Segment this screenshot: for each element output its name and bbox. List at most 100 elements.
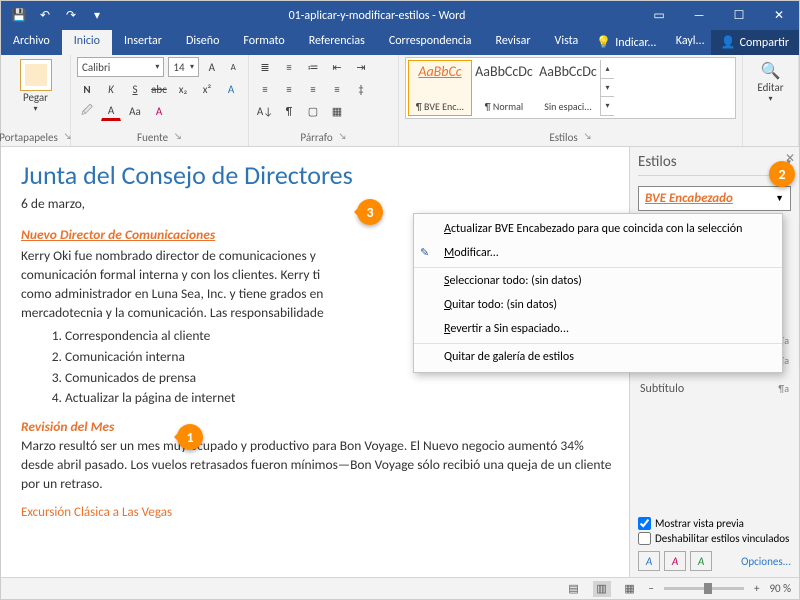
person-icon: 👤 [721, 35, 736, 50]
align-right-icon[interactable]: ≡ [303, 79, 323, 99]
align-center-icon[interactable]: ≡ [279, 79, 299, 99]
disable-linked-checkbox[interactable]: Deshabilitar estilos vinculados [638, 532, 791, 545]
redo-icon[interactable]: ↷ [59, 4, 83, 28]
menu-update-style[interactable]: Actualizar BVE Encabezado para que coinc… [414, 217, 782, 241]
share-button[interactable]: 👤Compartir [711, 30, 799, 55]
align-left-icon[interactable]: ≡ [255, 79, 275, 99]
zoom-in-icon[interactable]: + [754, 582, 759, 595]
group-parrafo: Párrafo [300, 131, 332, 144]
font-name-combo[interactable]: Calibri▾ [77, 57, 164, 77]
numbering-icon[interactable]: ≡ [279, 57, 299, 77]
group-fuente: Fuente [137, 131, 168, 144]
line-spacing-icon[interactable]: ‡ [351, 79, 371, 99]
tab-formato[interactable]: Formato [231, 30, 296, 55]
style-inspector-icon[interactable]: A [664, 551, 686, 571]
show-preview-checkbox[interactable]: Mostrar vista previa [638, 517, 791, 530]
edit-button[interactable]: 🔍 Editar▾ [749, 57, 792, 108]
italic-icon[interactable]: K [101, 79, 121, 99]
style-context-menu: Actualizar BVE Encabezado para que coinc… [413, 213, 783, 373]
manage-styles-icon[interactable]: A [690, 551, 712, 571]
paste-button[interactable]: Pegar ▾ [7, 57, 64, 116]
tab-inicio[interactable]: Inicio [62, 30, 112, 55]
menu-bar: Archivo Inicio Insertar Diseño Formato R… [1, 30, 799, 55]
status-bar: ▤ ▥ ▦ − + 90 % [1, 577, 799, 599]
list-item: Actualizar la página de internet [65, 389, 613, 408]
tab-correspondencia[interactable]: Correspondencia [377, 30, 484, 55]
web-layout-icon[interactable]: ▦ [621, 581, 639, 597]
multilevel-icon[interactable]: ≔ [303, 57, 323, 77]
options-link[interactable]: Opciones... [741, 555, 791, 568]
show-marks-icon[interactable]: ¶ [279, 101, 299, 121]
bulb-icon: 💡 [596, 35, 611, 50]
launcher-icon[interactable]: ↘ [584, 131, 592, 144]
tab-archivo[interactable]: Archivo [1, 30, 62, 55]
underline-icon[interactable]: S [125, 79, 145, 99]
callout-marker-2: 2 [769, 161, 795, 187]
doc-date: 6 de marzo, [21, 195, 613, 214]
launcher-icon[interactable]: ↘ [174, 131, 182, 144]
pane-title: Estilos [638, 153, 677, 171]
style-bve-encabezado[interactable]: AaBbCc ¶ BVE Enc... [408, 60, 472, 116]
menu-revert[interactable]: Revertir a Sin espaciado... [414, 317, 782, 341]
bold-icon[interactable]: N [77, 79, 97, 99]
tab-revisar[interactable]: Revisar [484, 30, 543, 55]
font-size-combo[interactable]: 14▾ [168, 57, 199, 77]
inc-indent-icon[interactable]: ⇥ [351, 57, 371, 77]
maximize-icon[interactable]: ☐ [719, 1, 759, 30]
styles-gallery[interactable]: AaBbCc ¶ BVE Enc... AaBbCcDc ¶ Normal Aa… [405, 57, 736, 119]
launcher-icon[interactable]: ↘ [339, 131, 347, 144]
tab-insertar[interactable]: Insertar [112, 30, 174, 55]
window-title: 01-aplicar-y-modificar-estilos - Word [115, 9, 639, 23]
style-normal[interactable]: AaBbCcDc ¶ Normal [472, 60, 536, 116]
heading-revision-mes: Revisión del Mes [21, 418, 114, 435]
group-portapapeles: Portapapeles [0, 131, 58, 144]
subscript-icon[interactable]: x₂ [173, 79, 193, 99]
shrink-font-icon[interactable]: A [225, 57, 242, 77]
text-effects-icon[interactable]: A [221, 79, 241, 99]
tab-diseno[interactable]: Diseño [174, 30, 231, 55]
font-color-icon[interactable]: A [101, 101, 121, 121]
tab-vista[interactable]: Vista [543, 30, 591, 55]
sort-icon[interactable]: A↓ [255, 101, 275, 121]
zoom-slider[interactable] [664, 587, 744, 590]
clear-format-icon[interactable]: A [149, 101, 169, 121]
ribbon-options-icon[interactable]: ▭ [639, 1, 679, 30]
zoom-out-icon[interactable]: − [649, 582, 654, 595]
tell-me[interactable]: 💡Indicar... [590, 30, 670, 55]
shading-icon[interactable]: ▢ [303, 101, 323, 121]
highlight-icon[interactable]: 🖉 [77, 101, 97, 121]
style-row[interactable]: Subtítulo¶a [638, 379, 791, 399]
undo-icon[interactable]: ↶ [33, 4, 57, 28]
menu-remove-all[interactable]: Quitar todo: (sin datos) [414, 293, 782, 317]
justify-icon[interactable]: ≡ [327, 79, 347, 99]
zoom-level[interactable]: 90 % [769, 582, 791, 595]
title-bar: 💾 ↶ ↷ ▾ 01-aplicar-y-modificar-estilos -… [1, 1, 799, 30]
superscript-icon[interactable]: x² [197, 79, 217, 99]
menu-select-all[interactable]: Seleccionar todo: (sin datos) [414, 267, 782, 293]
dec-indent-icon[interactable]: ⇤ [327, 57, 347, 77]
user-name[interactable]: Kayl... [670, 30, 711, 55]
style-sin-espaciado[interactable]: AaBbCcDc Sin espaci... [536, 60, 600, 116]
tab-referencias[interactable]: Referencias [297, 30, 377, 55]
print-layout-icon[interactable]: ▥ [593, 581, 611, 597]
chevron-down-icon: ▼ [775, 193, 784, 204]
minimize-icon[interactable]: — [679, 1, 719, 30]
strike-icon[interactable]: abc [149, 79, 169, 99]
group-estilos: Estilos [549, 131, 577, 144]
new-style-icon[interactable]: A [638, 551, 660, 571]
callout-marker-3: 3 [357, 199, 383, 225]
read-mode-icon[interactable]: ▤ [565, 581, 583, 597]
close-icon[interactable]: ✕ [759, 1, 799, 30]
save-icon[interactable]: 💾 [7, 4, 31, 28]
current-style-dropdown[interactable]: BVE Encabezado ▼ [638, 186, 791, 211]
borders-icon[interactable]: ▦ [327, 101, 347, 121]
gallery-scroll[interactable]: ▴▾▾ [600, 60, 614, 116]
change-case-icon[interactable]: Aa [125, 101, 145, 121]
bullets-icon[interactable]: ≣ [255, 57, 275, 77]
grow-font-icon[interactable]: A [203, 57, 220, 77]
doc-title: Junta del Consejo de Directores [21, 157, 613, 193]
qat-more-icon[interactable]: ▾ [85, 4, 109, 28]
menu-modify[interactable]: ✎Modificar... [414, 241, 782, 265]
ribbon: Pegar ▾ Portapapeles ↘ Calibri▾ 14▾ A A N… [1, 55, 799, 147]
menu-remove-gallery[interactable]: Quitar de galería de estilos [414, 343, 782, 369]
